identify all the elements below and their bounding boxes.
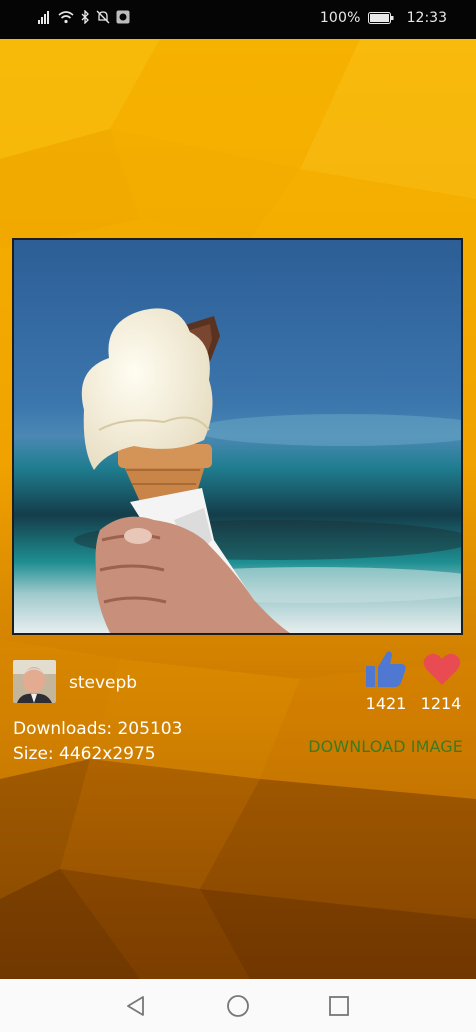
download-image-button[interactable]: DOWNLOAD IMAGE	[308, 737, 463, 756]
like-count: 1421	[365, 694, 407, 713]
photo-preview[interactable]	[12, 238, 463, 635]
wifi-icon	[58, 11, 74, 24]
downloads-count: Downloads: 205103	[13, 719, 183, 739]
status-bar: 100% 12:33	[0, 0, 476, 39]
status-icons-right: 100% 12:33	[320, 10, 447, 26]
battery-icon	[367, 12, 394, 24]
heart-icon	[423, 653, 461, 685]
thumbs-up-icon	[366, 651, 406, 687]
battery-percent: 100%	[319, 10, 361, 26]
author-username[interactable]: stevepb	[69, 673, 137, 693]
nav-recents-button[interactable]	[326, 993, 352, 1019]
bluetooth-icon	[81, 10, 89, 24]
recents-icon	[329, 996, 349, 1016]
like-button[interactable]	[362, 648, 410, 690]
nav-back-button[interactable]	[123, 993, 149, 1019]
mute-icon	[96, 10, 110, 24]
nav-home-button[interactable]	[225, 993, 251, 1019]
favorite-count: 1214	[420, 694, 462, 713]
navigation-bar	[0, 979, 476, 1032]
signal-icon	[38, 11, 49, 24]
user-avatar-photo	[13, 660, 56, 703]
screenshot-icon	[116, 10, 130, 24]
avatar[interactable]	[13, 660, 56, 703]
home-icon	[227, 995, 249, 1017]
back-icon	[127, 996, 144, 1016]
favorite-button[interactable]	[419, 648, 465, 690]
image-size: Size: 4462x2975	[13, 744, 156, 764]
ice-cream-cone-photo	[14, 240, 461, 633]
image-detail-screen: 100% 12:33 stevepb Downloads: 205103 Siz…	[0, 0, 476, 1032]
status-icons-left	[38, 10, 130, 24]
clock: 12:33	[406, 10, 447, 26]
